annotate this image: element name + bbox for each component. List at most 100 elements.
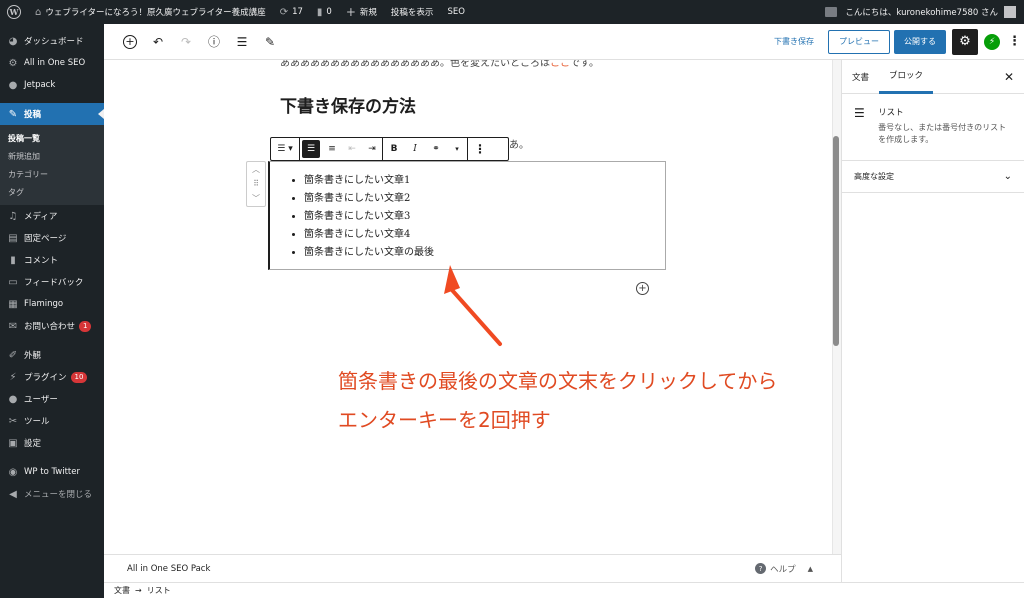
sidebar-item-flamingo[interactable]: ▦ Flamingo (0, 293, 104, 315)
editor-content: ああああああああああああああああ。色を変えたいところはここです。 下書き保存の方… (104, 60, 832, 554)
mail-icon: ✉ (8, 320, 18, 332)
user-icon: ● (8, 393, 18, 405)
sidebar-item-label: 投稿 (24, 110, 42, 120)
breadcrumb-arrow: → (135, 586, 142, 595)
sidebar-item-dashboard[interactable]: ◕ ダッシュボード (0, 30, 104, 52)
info-button[interactable]: ⓘ (202, 30, 226, 54)
home-icon: ⌂ (35, 6, 42, 18)
submenu-tags[interactable]: タグ (0, 183, 104, 201)
pencil-icon: ✎ (264, 34, 276, 49)
submenu-add-new[interactable]: 新規追加 (0, 147, 104, 165)
updates-count: 17 (292, 7, 303, 17)
appearance-icon: ✐ (8, 349, 18, 361)
add-block-button[interactable]: + (118, 30, 142, 54)
chevron-up-icon[interactable]: ▲ (808, 565, 813, 573)
block-card-title: リスト (878, 108, 904, 118)
tools-button[interactable]: ✎ (258, 30, 282, 54)
undo-button[interactable]: ↶ (146, 30, 170, 54)
save-draft-button[interactable]: 下書き保存 (774, 36, 814, 47)
sidebar-collapse-menu[interactable]: ◀ メニューを閉じる (0, 483, 104, 505)
comment-icon: ▮ (10, 254, 16, 266)
sidebar-item-contact[interactable]: ✉ お問い合わせ 1 (0, 315, 104, 337)
tab-block[interactable]: ブロック (879, 60, 934, 94)
settings-button[interactable]: ⚙ (952, 28, 978, 55)
sidebar-item-label: メニューを閉じる (24, 490, 93, 500)
view-post-link[interactable]: 投稿を表示 (384, 0, 441, 24)
updates-icon: ⟳ (279, 6, 289, 18)
sidebar-item-media[interactable]: ♫ メディア (0, 205, 104, 227)
plus-icon: + (345, 5, 356, 19)
updates-link[interactable]: ⟳ 17 (273, 0, 310, 24)
annotation-text: 箇条書きの最後の文章の文末をクリックしてからエンターキーを2回押す (338, 369, 778, 432)
admin-sidebar: ◕ ダッシュボード ⚙ All in One SEO ● Jetpack ✎ 投稿 投稿… (0, 24, 104, 598)
block-card-description: 番号なし、または番号付きのリストを作成します。 (878, 123, 1007, 144)
sidebar-item-label: フィードバック (24, 278, 84, 288)
more-options-button[interactable]: ⋮ (1008, 34, 1021, 49)
media-icon: ♫ (8, 210, 18, 222)
dashboard-icon: ◕ (8, 35, 18, 47)
new-content-link[interactable]: + 新規 (339, 0, 384, 24)
wp-logo-menu[interactable]: W (0, 0, 28, 24)
sidebar-item-pages[interactable]: ▤ 固定ページ (0, 227, 104, 249)
sidebar-item-label: メディア (24, 212, 58, 222)
sidebar-item-aioseo[interactable]: ⚙ All in One SEO (0, 52, 104, 74)
site-name: ウェブライターになろう！原久廣ウェブライター養成講座 (45, 8, 266, 18)
editor-header: + ↶ ↷ ⓘ ☰ ✎ 下書き保存 プレビュー 公開する ⚙ ⚡ ⋮ (104, 24, 1024, 60)
wordpress-logo-icon: W (7, 5, 21, 19)
content-scrollbar-thumb[interactable] (833, 136, 839, 346)
breadcrumb-root[interactable]: 文書 (114, 585, 130, 596)
tab-document[interactable]: 文書 (842, 60, 879, 94)
admin-bar: W ⌂ ウェブライターになろう！原久廣ウェブライター養成講座 ⟳ 17 ▮ 0 … (0, 0, 1024, 24)
sidebar-item-tools[interactable]: ✂ ツール (0, 410, 104, 432)
sidebar-item-label: Flamingo (24, 299, 64, 309)
sidebar-item-feedback[interactable]: ▭ フィードバック (0, 271, 104, 293)
close-icon[interactable]: ✕ (1004, 70, 1014, 84)
posts-submenu: 投稿一覧 新規追加 カテゴリー タグ (0, 125, 104, 205)
breadcrumb-current[interactable]: リスト (147, 585, 171, 596)
jetpack-button[interactable]: ⚡ (984, 33, 1000, 50)
pin-icon: ✎ (8, 108, 18, 120)
jetpack-icon: ● (8, 79, 18, 91)
sidebar-item-label: 設定 (24, 439, 42, 449)
sidebar-item-settings[interactable]: ▣ 設定 (0, 432, 104, 454)
flamingo-icon: ▦ (8, 298, 18, 310)
submenu-all-posts[interactable]: 投稿一覧 (0, 129, 104, 147)
sidebar-item-users[interactable]: ● ユーザー (0, 388, 104, 410)
site-name-link[interactable]: ⌂ ウェブライターになろう！原久廣ウェブライター養成講座 (28, 0, 273, 24)
sidebar-item-label: 固定ページ (24, 234, 67, 244)
comments-link[interactable]: ▮ 0 (310, 0, 339, 24)
feedback-icon: ▭ (8, 276, 18, 288)
sidebar-item-plugins[interactable]: ⚡ プラグイン 10 (0, 366, 104, 388)
info-icon: ⓘ (207, 35, 220, 49)
preview-button[interactable]: プレビュー (828, 29, 890, 54)
help-icon[interactable]: ? (755, 563, 767, 574)
sidebar-item-label: 外観 (24, 351, 42, 361)
notification-icon[interactable] (825, 7, 838, 17)
redo-button[interactable]: ↷ (174, 30, 198, 54)
sidebar-item-wp-to-twitter[interactable]: ◉ WP to Twitter (0, 461, 104, 483)
metabox-title: All in One SEO Pack (127, 563, 211, 574)
undo-icon: ↶ (152, 34, 164, 49)
outline-button[interactable]: ☰ (230, 30, 254, 54)
sidebar-item-comments[interactable]: ▮ コメント (0, 249, 104, 271)
sidebar-item-label: ダッシュボード (24, 37, 84, 47)
sidebar-item-label: WP to Twitter (24, 467, 80, 477)
sidebar-item-jetpack[interactable]: ● Jetpack (0, 74, 104, 96)
seo-link[interactable]: SEO (440, 0, 471, 24)
account-greeting[interactable]: こんにちは、kuronekohime7580 さん (845, 6, 998, 18)
breadcrumb: 文書 → リスト (104, 582, 1024, 598)
aioseo-metabox-header[interactable]: All in One SEO Pack ? ヘルプ ▲ (104, 554, 841, 582)
avatar[interactable] (1004, 6, 1016, 18)
publish-button[interactable]: 公開する (894, 29, 946, 54)
advanced-settings-toggle[interactable]: 高度な設定 ⌄ (842, 161, 1024, 193)
chevron-down-icon: ⌄ (1003, 171, 1012, 182)
sidebar-item-posts[interactable]: ✎ 投稿 (0, 103, 104, 125)
settings-panel: 文書 ブロック ✕ ☰ リスト 番号なし、または番号付きのリストを作成します。 … (841, 60, 1024, 582)
sidebar-item-appearance[interactable]: ✐ 外観 (0, 344, 104, 366)
settings-icon: ▣ (8, 437, 18, 449)
help-label[interactable]: ヘルプ (770, 563, 796, 575)
page-icon: ▤ (8, 232, 18, 244)
sidebar-item-label: ユーザー (24, 395, 58, 405)
jetpack-bolt-icon: ⚡ (988, 36, 996, 47)
submenu-categories[interactable]: カテゴリー (0, 165, 104, 183)
